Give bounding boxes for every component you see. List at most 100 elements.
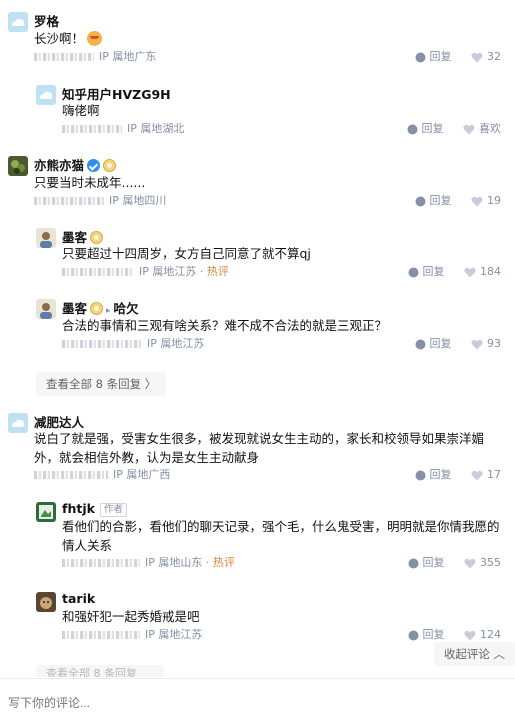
avatar-person-icon xyxy=(36,299,56,319)
reply-icon xyxy=(408,630,418,640)
reply-icon xyxy=(415,470,425,480)
comment-author[interactable]: tarik xyxy=(62,591,95,606)
divider xyxy=(0,678,515,679)
comment-text: 长沙啊！ xyxy=(34,29,103,48)
reply-label: 回复 xyxy=(422,628,445,641)
reply-button[interactable]: 回复 xyxy=(408,555,445,571)
author-tag: 作者 xyxy=(99,503,127,517)
reply-button[interactable]: 回复 xyxy=(407,121,444,137)
comment-author[interactable]: 亦熊亦猫 xyxy=(34,155,117,174)
heart-icon xyxy=(471,470,483,480)
like-count: 17 xyxy=(487,468,501,481)
ip-location: IP 属地广西 xyxy=(113,468,171,481)
comment-actions: 回复 355 xyxy=(392,555,501,571)
like-button[interactable]: 184 xyxy=(464,264,501,280)
avatar[interactable] xyxy=(36,85,56,105)
comment-author[interactable]: fhtjk 作者 xyxy=(62,501,127,517)
reply-button[interactable]: 回复 xyxy=(415,336,452,352)
view-all-replies-button-partial[interactable]: 查看全部 8 条回复 xyxy=(36,665,164,677)
like-count: 19 xyxy=(487,194,501,207)
like-button[interactable]: 17 xyxy=(471,467,501,483)
medal-badge-icon xyxy=(103,159,117,172)
avatar-cloud-icon xyxy=(8,413,28,433)
avatar-dog-icon xyxy=(36,592,56,612)
reply-label: 回复 xyxy=(421,122,444,135)
comment-actions: 回复 喜欢 xyxy=(391,121,501,137)
redacted-timestamp xyxy=(62,340,142,348)
avatar-cloud-icon xyxy=(36,85,56,105)
like-count: 32 xyxy=(487,50,501,63)
comment-meta: IP 属地山东 · 热评 xyxy=(62,555,235,571)
redacted-timestamp xyxy=(62,559,140,567)
like-count: 喜欢 xyxy=(479,122,501,135)
redacted-timestamp xyxy=(34,53,94,61)
comment-meta: IP 属地四川 xyxy=(34,193,166,209)
avatar-person-icon xyxy=(36,228,56,248)
like-count: 124 xyxy=(480,628,501,641)
avatar[interactable] xyxy=(8,413,28,433)
comment-actions: 回复 19 xyxy=(399,193,501,209)
reply-button[interactable]: 回复 xyxy=(408,264,445,280)
reply-label: 回复 xyxy=(429,50,452,63)
comment-author[interactable]: 罗格 xyxy=(34,11,59,30)
reply-button[interactable]: 回复 xyxy=(415,467,452,483)
reply-label: 回复 xyxy=(422,265,445,278)
like-button[interactable]: 19 xyxy=(471,193,501,209)
medal-badge-icon xyxy=(90,231,104,244)
comment-author[interactable]: 墨客 ▸ 哈欠 xyxy=(62,298,139,317)
reply-label: 回复 xyxy=(429,468,452,481)
like-button[interactable]: 喜欢 xyxy=(463,121,501,137)
comment-input[interactable] xyxy=(0,686,515,720)
redacted-timestamp xyxy=(62,125,122,133)
collapse-comments-button[interactable]: 收起评论 ︿ xyxy=(433,642,515,666)
reply-button[interactable]: 回复 xyxy=(415,49,452,65)
ip-location: IP 属地广东 xyxy=(99,50,157,63)
heart-icon xyxy=(471,196,483,206)
comment-actions: 回复 17 xyxy=(399,467,501,483)
reply-label: 回复 xyxy=(429,194,452,207)
emoji-icon xyxy=(87,31,103,46)
redacted-timestamp xyxy=(34,197,104,205)
ip-location: IP 属地山东 xyxy=(145,556,203,569)
reply-to-arrow-icon: ▸ xyxy=(106,306,111,316)
author-name: 墨客 xyxy=(62,301,88,316)
author-name: 墨客 xyxy=(62,230,88,245)
like-button[interactable]: 124 xyxy=(464,627,501,643)
reply-button[interactable]: 回复 xyxy=(415,193,452,209)
author-name: fhtjk xyxy=(62,501,95,516)
ip-location: IP 属地江苏 xyxy=(139,265,197,278)
comment-text: 看他们的合影，看他们的聊天记录，强个毛，什么鬼受害，明明就是你情我愿的情人关系 xyxy=(62,519,500,553)
avatar[interactable] xyxy=(8,156,28,176)
like-button[interactable]: 355 xyxy=(464,555,501,571)
reply-icon xyxy=(408,267,418,277)
avatar[interactable] xyxy=(36,502,56,522)
avatar-cloud-icon xyxy=(8,12,28,32)
reply-icon xyxy=(408,558,418,568)
view-all-replies-button[interactable]: 查看全部 8 条回复 〉 xyxy=(36,372,167,396)
comment-meta: IP 属地广西 xyxy=(34,467,170,483)
reply-button[interactable]: 回复 xyxy=(408,627,445,643)
reply-to-user[interactable]: 哈欠 xyxy=(114,301,139,316)
comment-text: 嗨佬啊 xyxy=(62,103,100,118)
medal-badge-icon xyxy=(90,302,104,315)
avatar[interactable] xyxy=(36,299,56,319)
avatar-plant-icon xyxy=(8,156,28,176)
like-count: 93 xyxy=(487,337,501,350)
avatar[interactable] xyxy=(8,12,28,32)
avatar[interactable] xyxy=(36,228,56,248)
redacted-timestamp xyxy=(62,631,140,639)
avatar[interactable] xyxy=(36,592,56,612)
like-button[interactable]: 32 xyxy=(471,49,501,65)
redacted-timestamp xyxy=(34,471,108,479)
hot-comment-label: · 热评 xyxy=(205,556,235,569)
avatar-photo-icon xyxy=(36,502,56,522)
reply-icon xyxy=(415,196,425,206)
comment-text: 只要超过十四周岁，女方自己同意了就不算qj xyxy=(62,246,311,261)
like-button[interactable]: 93 xyxy=(471,336,501,352)
author-name: 亦熊亦猫 xyxy=(34,158,85,173)
reply-label: 回复 xyxy=(429,337,452,350)
comment-meta: IP 属地江苏 xyxy=(62,627,202,643)
comment-actions: 回复 32 xyxy=(399,49,501,65)
comment-meta: IP 属地江苏 xyxy=(62,336,204,352)
comment-text: 和强奸犯一起秀婚戒是吧 xyxy=(62,609,200,624)
